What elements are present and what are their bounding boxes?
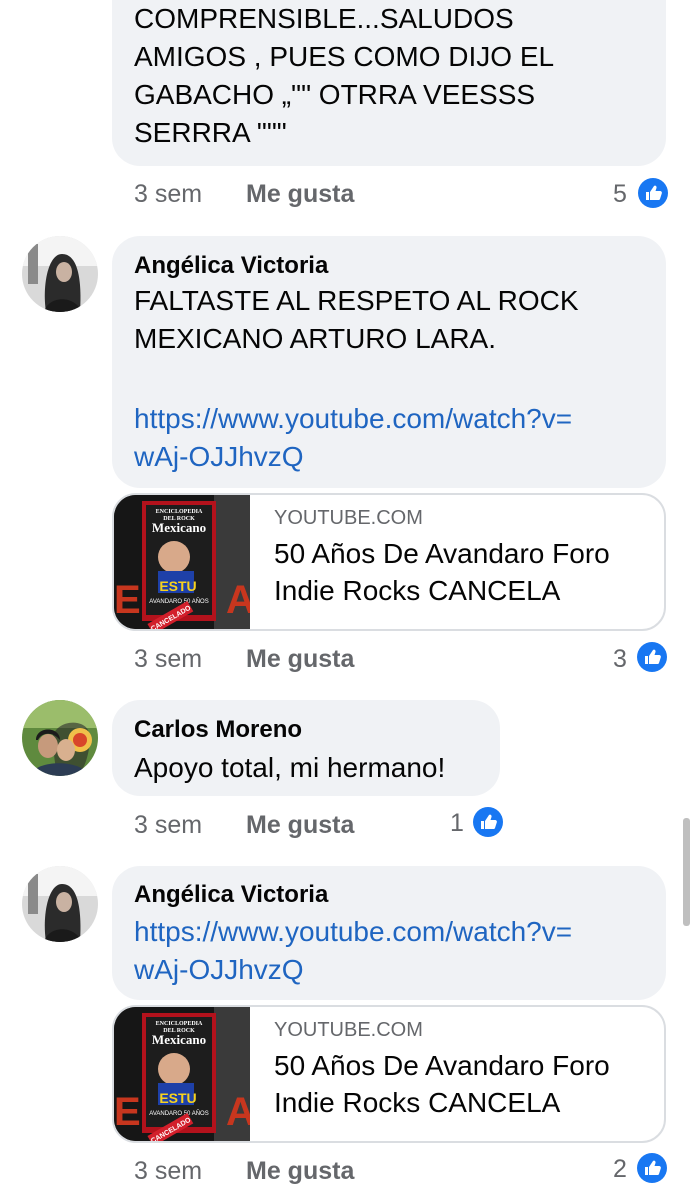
comment-text: FALTASTE AL RESPETO AL ROCK MEXICANO ART… [134, 282, 579, 358]
comment-author[interactable]: Angélica Victoria [134, 252, 328, 280]
thumb-line: Mexicano [152, 1032, 206, 1047]
comment-time[interactable]: 3 sem [134, 645, 202, 674]
comment-link-line[interactable]: https://www.youtube.com/watch?v= [134, 400, 572, 438]
like-button[interactable]: Me gusta [246, 645, 354, 674]
link-title-line[interactable]: 50 Años De Avandaro Foro [274, 1047, 610, 1084]
like-button[interactable]: Me gusta [246, 180, 354, 209]
comment-link-line[interactable]: wAj-OJJhvzQ [134, 951, 572, 989]
link-title[interactable]: 50 Años De Avandaro Foro Indie Rocks CAN… [274, 535, 610, 609]
avatar[interactable] [22, 700, 98, 776]
link-domain: YOUTUBE.COM [274, 507, 423, 529]
comment-text-line: GABACHO „"" OTRRA VEESSS [134, 79, 536, 110]
comment-link-line[interactable]: https://www.youtube.com/watch?v= [134, 913, 572, 951]
link-preview-card[interactable]: A E ENCICLOPEDIA DEL ROCK Mexicano ESTU … [112, 493, 666, 631]
comment-time[interactable]: 3 sem [134, 1157, 202, 1186]
svg-text:ESTU: ESTU [159, 1090, 196, 1106]
svg-text:A: A [226, 578, 250, 622]
avatar[interactable] [22, 866, 98, 942]
comment-text-line: SERRRA """ [134, 117, 287, 148]
svg-text:E: E [114, 578, 141, 622]
comment-text: Apoyo total, mi hermano! [134, 749, 445, 787]
reaction-count[interactable]: 2 [613, 1155, 627, 1184]
thumb-line: Mexicano [152, 520, 206, 535]
thumb-line: AVANDARO 50 AÑOS [149, 598, 208, 605]
comment-text: COMPRENSIBLE...SALUDOS AMIGOS , PUES COM… [134, 0, 554, 152]
video-thumbnail[interactable]: A E ENCICLOPEDIA DEL ROCK Mexicano ESTU … [114, 495, 250, 629]
svg-text:E: E [114, 1090, 141, 1134]
comment-time[interactable]: 3 sem [134, 180, 202, 209]
comment-link[interactable]: https://www.youtube.com/watch?v= wAj-OJJ… [134, 913, 572, 989]
thumb-line: AVANDARO 50 AÑOS [149, 1110, 208, 1117]
link-title-line[interactable]: Indie Rocks CANCELA [274, 572, 610, 609]
comment-link-line[interactable]: wAj-OJJhvzQ [134, 438, 572, 476]
like-thumb-icon[interactable] [638, 178, 668, 208]
like-thumb-icon[interactable] [637, 1153, 667, 1183]
like-thumb-icon[interactable] [637, 642, 667, 672]
comment-text-line: AMIGOS , PUES COMO DIJO EL [134, 41, 555, 72]
video-thumbnail[interactable]: A E ENCICLOPEDIA DEL ROCK Mexicano ESTU … [114, 1007, 250, 1141]
link-title[interactable]: 50 Años De Avandaro Foro Indie Rocks CAN… [274, 1047, 610, 1121]
svg-text:ESTU: ESTU [159, 578, 196, 594]
comment-text-line: FALTASTE AL RESPETO AL ROCK [134, 285, 579, 316]
reaction-count[interactable]: 1 [450, 809, 464, 838]
svg-text:A: A [226, 1090, 250, 1134]
comment-author[interactable]: Carlos Moreno [134, 716, 302, 744]
like-thumb-icon[interactable] [473, 807, 503, 837]
comment-author[interactable]: Angélica Victoria [134, 881, 328, 909]
comment-text-line: Apoyo total, mi hermano! [134, 752, 446, 783]
link-title-line[interactable]: 50 Años De Avandaro Foro [274, 535, 610, 572]
like-button[interactable]: Me gusta [246, 1157, 354, 1186]
comment-text-line: MEXICANO ARTURO LARA. [134, 323, 497, 354]
link-domain: YOUTUBE.COM [274, 1019, 423, 1041]
reaction-count[interactable]: 5 [613, 180, 627, 209]
link-preview-card[interactable]: A E ENCICLOPEDIA DEL ROCK Mexicano ESTU … [112, 1005, 666, 1143]
thumb-line: ENCICLOPEDIA [156, 509, 203, 515]
comment-text-line: COMPRENSIBLE...SALUDOS [134, 3, 514, 34]
reaction-count[interactable]: 3 [613, 645, 627, 674]
comment-time[interactable]: 3 sem [134, 811, 202, 840]
thumb-line: ENCICLOPEDIA [156, 1021, 203, 1027]
scrollbar[interactable] [683, 818, 690, 926]
avatar[interactable] [22, 236, 98, 312]
link-title-line[interactable]: Indie Rocks CANCELA [274, 1084, 610, 1121]
comment-link[interactable]: https://www.youtube.com/watch?v= wAj-OJJ… [134, 400, 572, 476]
like-button[interactable]: Me gusta [246, 811, 354, 840]
